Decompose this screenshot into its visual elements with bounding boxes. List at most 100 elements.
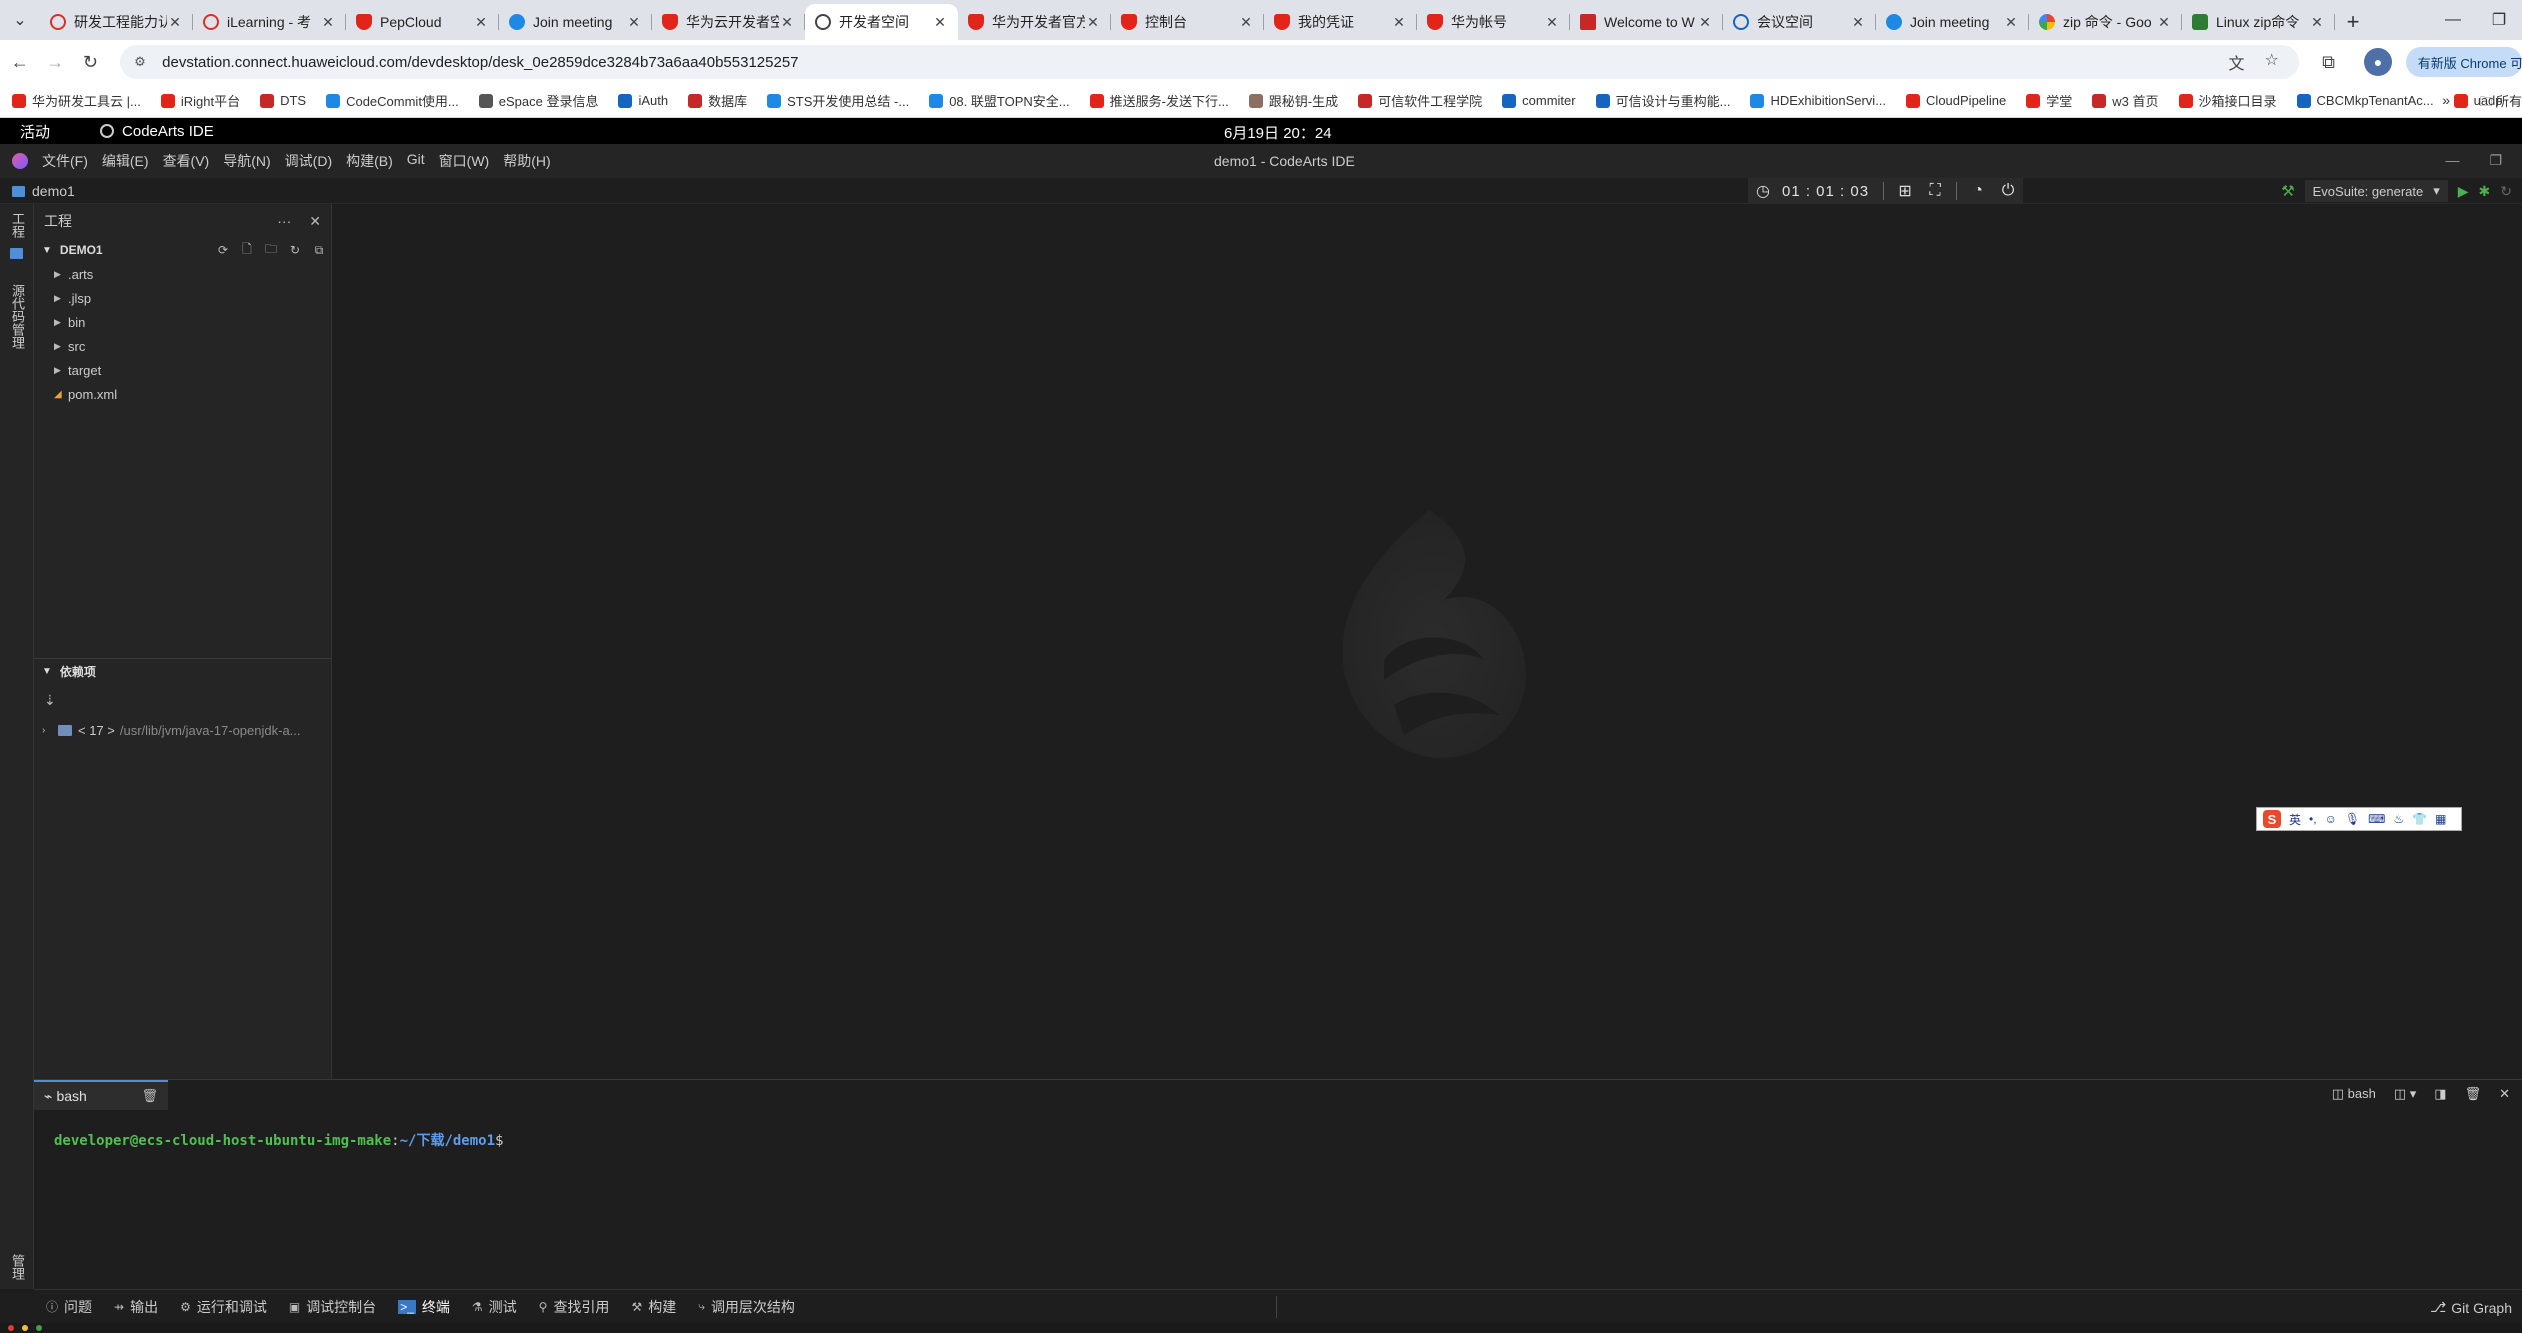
ide-menu-item[interactable]: 窗口(W)	[439, 151, 490, 171]
add-window-icon[interactable]: ⊞	[1890, 181, 1920, 201]
panel-tab-button[interactable]: ⓘ 问题	[46, 1297, 92, 1317]
panel-tab-button[interactable]: >_ 终端	[398, 1297, 450, 1317]
address-url[interactable]: devstation.connect.huaweicloud.com/devde…	[162, 54, 2228, 71]
tab-close-icon[interactable]: ✕	[1391, 14, 1407, 31]
skin-icon[interactable]: ♨	[2393, 812, 2404, 826]
ide-menu-item[interactable]: 帮助(H)	[503, 151, 550, 171]
tab-close-icon[interactable]: ✕	[626, 14, 642, 31]
tree-folder-row[interactable]: ▶ .arts	[34, 262, 331, 286]
browser-tab[interactable]: Linux zip命令 ✕	[2182, 4, 2335, 40]
panel-tab-button[interactable]: ⚙ 运行和调试	[180, 1297, 267, 1317]
new-folder-icon[interactable]: 🗀	[259, 240, 283, 261]
bookmark-item[interactable]: iAuth	[618, 93, 668, 108]
project-root-row[interactable]: ▼ DEMO1 ⟳ 🗋 🗀 ↻ ⧉	[34, 238, 331, 262]
bookmark-item[interactable]: 可信设计与重构能...	[1595, 91, 1730, 110]
bookmark-item[interactable]: iRight平台	[160, 91, 240, 110]
emoji-icon[interactable]: ☺	[2325, 812, 2337, 826]
tab-close-icon[interactable]: ✕	[1544, 14, 1560, 31]
browser-tab[interactable]: 会议空间 ✕	[1723, 4, 1876, 40]
terminal-tab-bash[interactable]: ⌁ bash 🗑	[34, 1080, 168, 1110]
new-tab-button[interactable]: +	[2335, 4, 2371, 40]
extensions-icon[interactable]: ⧉	[2313, 46, 2344, 78]
tab-close-icon[interactable]: ✕	[2309, 14, 2325, 31]
bookmark-item[interactable]: 沙箱接口目录	[2178, 91, 2277, 110]
restore-icon[interactable]: ❐	[2476, 0, 2522, 40]
bookmark-item[interactable]: 华为研发工具云 |...	[12, 91, 141, 110]
tree-folder-row[interactable]: ▶ .jlsp	[34, 286, 331, 310]
tree-folder-row[interactable]: ▶ bin	[34, 310, 331, 334]
tree-folder-row[interactable]: ▶ src	[34, 334, 331, 358]
bookmark-item[interactable]: DTS	[260, 93, 306, 108]
browser-tab[interactable]: 华为帐号 ✕	[1417, 4, 1570, 40]
git-graph-button[interactable]: ⎇ Git Graph	[2430, 1299, 2512, 1316]
bookmark-item[interactable]: 学堂	[2026, 91, 2072, 110]
profile-avatar-icon[interactable]: ●	[2364, 48, 2392, 76]
panel-tab-button[interactable]: ⇸ 输出	[114, 1297, 158, 1317]
trash-icon[interactable]: 🗑	[141, 1088, 158, 1104]
all-bookmarks-button[interactable]: 🗀 所有	[2479, 91, 2522, 115]
browser-tab[interactable]: zip 命令 - Goo ✕	[2029, 4, 2182, 40]
site-info-icon[interactable]: ⚙	[134, 54, 150, 70]
debug-icon[interactable]: ✱	[2479, 183, 2491, 200]
dependencies-section-header[interactable]: ▼ 依赖项	[34, 658, 332, 684]
ide-menu-item[interactable]: 文件(F)	[42, 151, 88, 171]
tab-close-icon[interactable]: ✕	[473, 14, 489, 31]
terminal-prompt[interactable]: developer@ecs-cloud-host-ubuntu-img-make…	[54, 1130, 503, 1150]
activity-project[interactable]: 工程	[8, 212, 27, 238]
split-terminal-icon[interactable]: ◨	[2434, 1086, 2446, 1102]
new-terminal-dropdown[interactable]: ◫ ▾	[2394, 1086, 2416, 1102]
ide-menu-item[interactable]: Git	[407, 151, 425, 171]
bookmark-item[interactable]: HDExhibitionServi...	[1750, 93, 1886, 108]
browser-tab[interactable]: Welcome to W ✕	[1570, 4, 1723, 40]
breadcrumb[interactable]: demo1	[12, 183, 75, 199]
browser-tab[interactable]: 控制台 ✕	[1111, 4, 1264, 40]
history-icon[interactable]: ◔	[1963, 182, 1993, 200]
browser-tab[interactable]: 华为云开发者空 ✕	[652, 4, 805, 40]
bookmark-item[interactable]: CBCMkpTenantAc...	[2296, 93, 2434, 108]
ide-minimize-icon[interactable]: —	[2445, 152, 2459, 169]
activity-manage[interactable]: 管理	[8, 1254, 27, 1280]
bookmark-item[interactable]: STS开发使用总结 -...	[767, 91, 909, 110]
browser-tab[interactable]: Join meeting ✕	[1876, 4, 2029, 40]
bookmark-star-icon[interactable]: ☆	[2265, 50, 2279, 74]
browser-tab[interactable]: Join meeting ✕	[499, 4, 652, 40]
ide-menu-item[interactable]: 构建(B)	[346, 151, 393, 171]
panel-tab-button[interactable]: ⤷ 调用层次结构	[698, 1297, 795, 1317]
tree-file-row[interactable]: ◢ pom.xml	[34, 382, 331, 406]
bookmark-item[interactable]: 08. 联盟TOPN安全...	[929, 91, 1070, 110]
run-config-select[interactable]: EvoSuite: generate ▾	[2304, 180, 2448, 202]
back-arrow-icon[interactable]: ←	[4, 46, 35, 78]
editor-area[interactable]: S 英 •, ☺ 🎙 ⌨ ♨ 👕 ▦	[332, 204, 2522, 1079]
jdk-dependency-row[interactable]: › < 17 > /usr/lib/jvm/java-17-openjdk-a.…	[42, 718, 327, 742]
tab-close-icon[interactable]: ✕	[167, 14, 183, 31]
microphone-icon[interactable]: 🎙	[2345, 812, 2360, 826]
browser-tab[interactable]: 开发者空间 ✕	[805, 4, 958, 40]
refresh-icon[interactable]: ↻	[283, 243, 307, 257]
bookmark-item[interactable]: CodeCommit使用...	[326, 91, 459, 110]
shirt-icon[interactable]: 👕	[2412, 812, 2427, 826]
browser-tab[interactable]: 研发工程能力认 ✕	[40, 4, 193, 40]
activities-button[interactable]: 活动	[20, 121, 50, 142]
new-file-icon[interactable]: 🗋	[235, 240, 259, 261]
terminal-select[interactable]: ◫ bash	[2332, 1086, 2376, 1102]
panel-tab-button[interactable]: ⚲ 查找引用	[539, 1297, 610, 1317]
keyboard-icon[interactable]: ⌨	[2368, 812, 2385, 826]
bookmark-item[interactable]: 推送服务-发送下行...	[1089, 91, 1229, 110]
more-actions-icon[interactable]: ···	[277, 213, 291, 229]
bookmark-item[interactable]: w3 首页	[2092, 91, 2159, 110]
ide-menu-item[interactable]: 编辑(E)	[102, 151, 149, 171]
ide-restore-icon[interactable]: ❐	[2489, 152, 2502, 169]
translate-icon[interactable]: 文	[2229, 50, 2245, 74]
tree-folder-row[interactable]: ▶ target	[34, 358, 331, 382]
browser-tab[interactable]: PepCloud ✕	[346, 4, 499, 40]
ide-menu-item[interactable]: 导航(N)	[223, 151, 270, 171]
power-icon[interactable]: ⏻	[1993, 182, 2023, 200]
tab-close-icon[interactable]: ✕	[932, 14, 948, 31]
browser-tab[interactable]: iLearning - 考 ✕	[193, 4, 346, 40]
restart-icon[interactable]: ↻	[2500, 183, 2512, 200]
close-panel-icon[interactable]: ✕	[2499, 1086, 2510, 1102]
bookmark-item[interactable]: 跟秘钥-生成	[1248, 91, 1338, 110]
bookmark-item[interactable]: commiter	[1502, 93, 1576, 108]
browser-tab[interactable]: 我的凭证 ✕	[1264, 4, 1417, 40]
close-icon[interactable]: ✕	[309, 213, 321, 230]
